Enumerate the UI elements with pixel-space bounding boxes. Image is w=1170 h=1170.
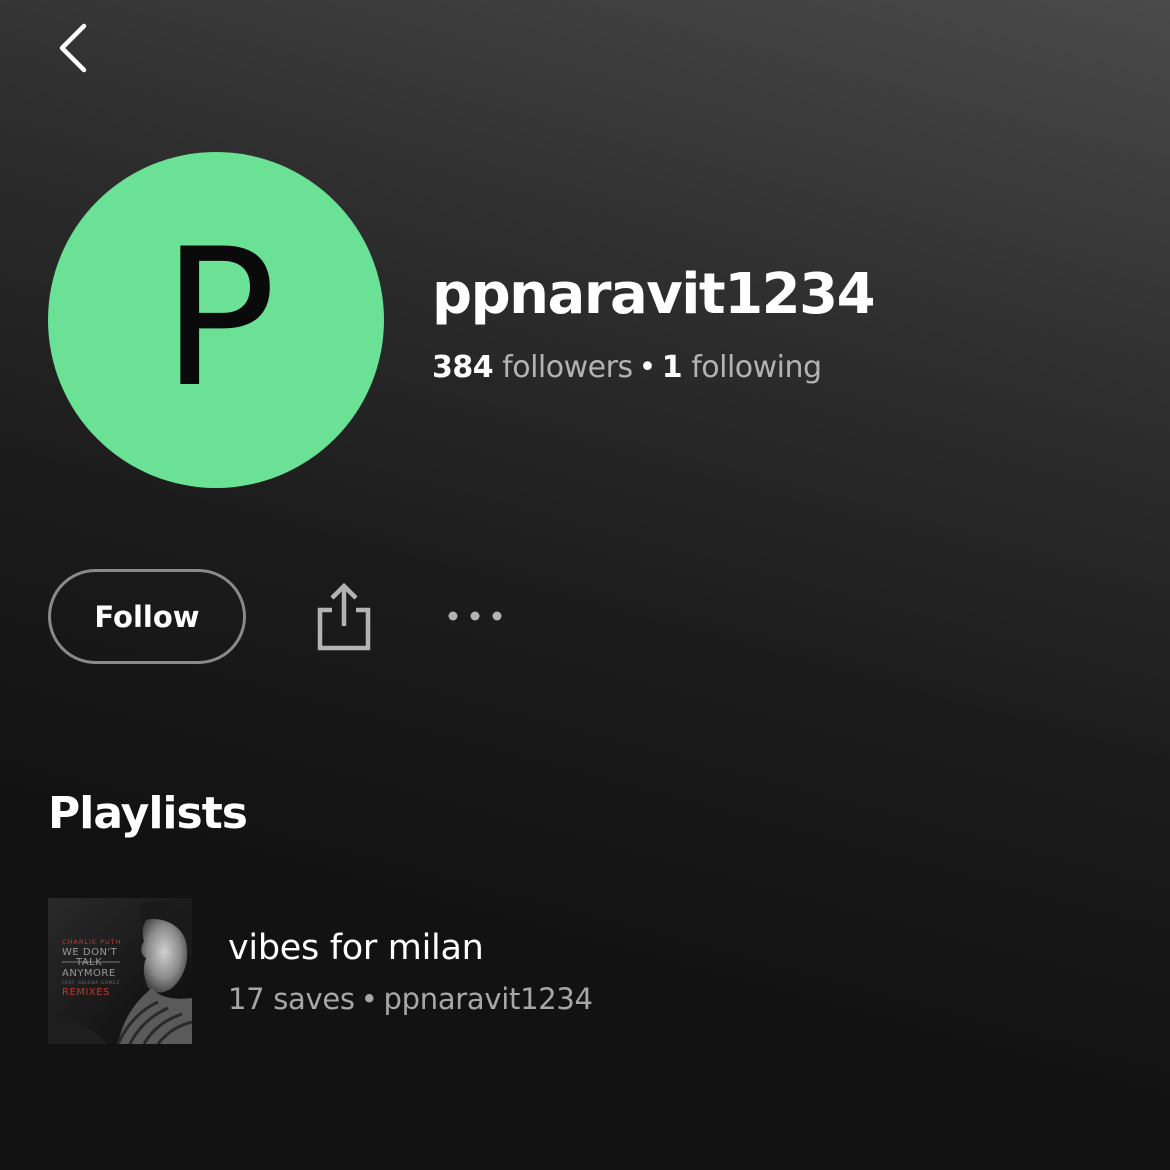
profile-username: ppnaravit1234 [432,262,876,327]
playlists-heading: Playlists [48,788,248,839]
cover-line3-text: ANYMORE [62,968,116,979]
following-count[interactable]: 1 [662,350,683,385]
back-button[interactable] [44,18,100,78]
playlist-meta: 17 saves • ppnaravit1234 [228,982,593,1016]
following-label[interactable]: following [691,350,822,385]
stats-separator: • [638,350,657,385]
cover-artist-text: CHARLIE PUTH [62,938,122,946]
follow-button[interactable]: Follow [48,569,246,664]
playlist-owner: ppnaravit1234 [383,982,593,1016]
more-options-button[interactable] [438,596,512,636]
playlist-cover-image: CHARLIE PUTH WE DON'T TALK ANYMORE FEAT.… [48,898,192,1044]
followers-label[interactable]: followers [502,350,633,385]
avatar-letter: P [161,208,277,429]
profile-stats: 384 followers • 1 following [432,350,822,385]
playlist-item[interactable]: CHARLIE PUTH WE DON'T TALK ANYMORE FEAT.… [48,898,1128,1044]
share-icon [317,582,371,651]
cover-line2-text: TALK [75,957,102,968]
share-button[interactable] [308,578,380,654]
followers-count[interactable]: 384 [432,350,494,385]
avatar: P [48,152,384,488]
chevron-left-icon [59,23,87,73]
playlist-saves: 17 saves [228,982,355,1016]
playlist-meta-separator: • [360,982,378,1016]
playlist-title: vibes for milan [228,928,484,968]
more-horizontal-icon [448,611,502,621]
cover-line4-text: REMIXES [62,987,110,998]
cover-feat-text: FEAT. SELENA GOMEZ [62,980,120,986]
